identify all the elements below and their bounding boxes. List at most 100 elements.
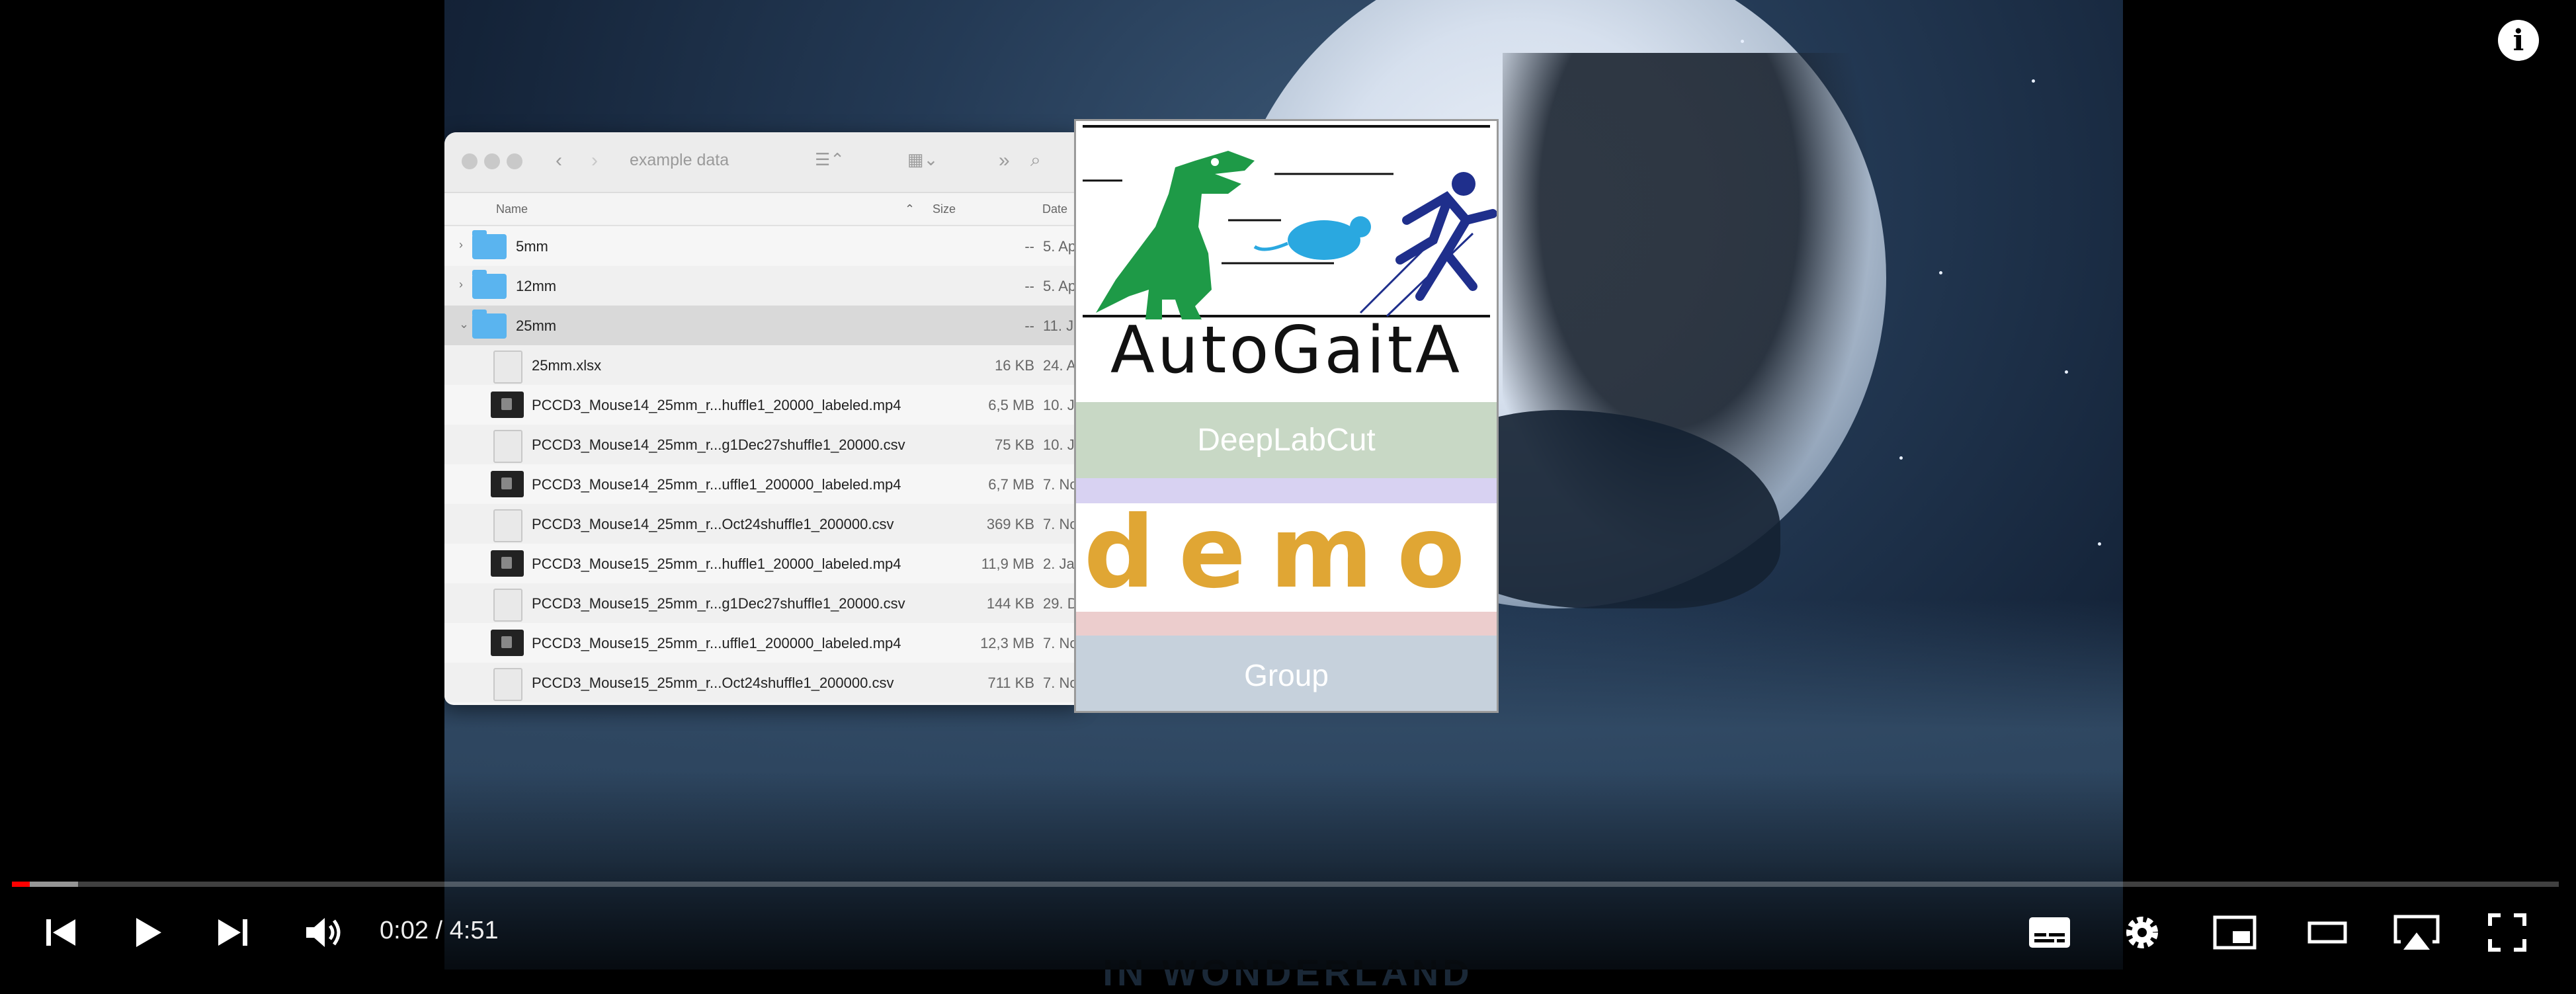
list-view-icon[interactable]: ☰⌃ [815,149,845,170]
mute-button[interactable] [302,911,348,954]
file-row[interactable]: PCCD3_Mouse15_25mm_r...Oct24shuffle1_200… [444,663,1079,702]
forward-icon[interactable]: › [591,149,598,172]
close-window-button[interactable] [462,153,478,169]
current-time: 0:02 [380,917,429,944]
file-row[interactable]: PCCD3_Mouse15_25mm_r...g1Dec27shuffle1_2… [444,583,1079,623]
airplay-button[interactable] [2390,911,2443,954]
grid-view-icon[interactable]: ▦⌄ [907,149,938,170]
gear-icon [2126,917,2158,948]
file-name: 5mm [516,238,548,255]
subtitles-button[interactable] [2026,911,2073,954]
file-date: 10. J [1043,436,1075,453]
file-row[interactable]: PCCD3_Mouse14_25mm_r...g1Dec27shuffle1_2… [444,425,1079,464]
settings-button[interactable] [2119,911,2165,954]
file-size: -- [1024,317,1034,334]
document-icon [493,589,522,622]
finder-titlebar: ‹ › example data ☰⌃ ▦⌄ » ⌕ [444,132,1079,193]
disclosure-chevron-icon[interactable]: ⌄ [459,317,469,331]
file-name: PCCD3_Mouse15_25mm_r...g1Dec27shuffle1_2… [532,595,905,612]
file-date: 7. No [1043,516,1078,532]
brand-title: AutoGaitA [1110,313,1463,388]
file-name: PCCD3_Mouse15_25mm_r...uffle1_200000_lab… [532,635,901,651]
file-date: 24. A [1043,357,1077,374]
file-date: 7. No [1043,635,1078,651]
zoom-window-button[interactable] [507,153,522,169]
file-row[interactable]: 25mm.xlsx 16 KB 24. A [444,345,1079,385]
video-file-icon [491,392,524,418]
overflow-icon[interactable]: » [999,149,1010,172]
disclosure-chevron-icon[interactable]: › [459,278,463,292]
pink-divider [1076,612,1497,636]
fullscreen-button[interactable] [2484,911,2530,954]
file-size: 12,3 MB [980,635,1034,651]
document-icon [493,430,522,463]
document-icon [493,509,522,542]
demo-label: demo [1083,495,1489,610]
file-name: PCCD3_Mouse15_25mm_r...huffle1_20000_lab… [532,556,901,572]
file-row[interactable]: PCCD3_Mouse14_25mm_r...uffle1_200000_lab… [444,464,1079,504]
next-button[interactable] [212,911,254,954]
file-row[interactable]: PCCD3_Mouse15_25mm_r...huffle1_20000_lab… [444,544,1079,583]
file-name: PCCD3_Mouse15_25mm_r...Oct24shuffle1_200… [532,675,894,691]
folder-row[interactable]: › 5mm -- 5. Ap [444,226,1079,266]
video-file-icon [491,471,524,497]
subtitles-icon [2029,917,2070,948]
file-size: 144 KB [986,595,1034,612]
file-name: 12mm [516,278,557,294]
star [1741,40,1744,43]
video-file-icon [491,550,524,577]
file-date: 10. J [1043,397,1075,413]
time-separator: / [428,917,450,944]
file-date: 7. No [1043,476,1078,493]
file-name: PCCD3_Mouse14_25mm_r...uffle1_200000_lab… [532,476,901,493]
file-row[interactable]: PCCD3_Mouse15_25mm_r...uffle1_200000_lab… [444,623,1079,663]
column-name[interactable]: Name [496,202,528,216]
info-icon[interactable]: i [2498,20,2539,61]
autogaita-logo-card: AutoGaitA DeepLabCut demo Group [1074,119,1499,713]
disclosure-chevron-icon[interactable]: › [459,238,463,252]
search-icon[interactable]: ⌕ [1030,149,1041,171]
volume-icon [306,918,341,947]
file-size: -- [1024,278,1034,294]
airplay-icon [2393,915,2440,950]
file-row[interactable]: PCCD3_Mouse14_25mm_r...huffle1_20000_lab… [444,385,1079,425]
folder-row[interactable]: ⌄ 25mm -- 11. J [444,306,1079,345]
file-name: 25mm.xlsx [532,357,602,374]
column-header: Name ⌃ Size Date [444,193,1079,226]
column-date[interactable]: Date [1042,202,1067,216]
file-size: 369 KB [986,516,1034,532]
play-button[interactable] [126,911,168,954]
star [2065,370,2068,374]
star [2032,79,2035,83]
file-date: 29. D [1043,595,1078,612]
document-icon [493,351,522,384]
file-size: 16 KB [995,357,1034,374]
file-size: 6,7 MB [988,476,1034,493]
star [2098,542,2101,546]
theater-mode-button[interactable] [2304,911,2350,954]
sort-chevron-icon: ⌃ [905,202,915,216]
window-title: example data [630,151,729,169]
star [1899,456,1903,460]
minimize-window-button[interactable] [484,153,500,169]
next-icon [218,919,247,946]
file-size: 11,9 MB [981,556,1034,572]
progress-bar[interactable] [12,882,2559,887]
played-bar [12,882,30,887]
file-row[interactable]: PCCD3_Mouse14_25mm_r...Oct24shuffle1_200… [444,504,1079,544]
group-band: Group [1076,636,1497,711]
folder-row[interactable]: › 12mm -- 5. Ap [444,266,1079,306]
file-date: 7. No [1043,675,1078,691]
duration: 4:51 [449,917,499,944]
previous-button[interactable] [40,911,82,954]
file-name: PCCD3_Mouse14_25mm_r...g1Dec27shuffle1_2… [532,436,905,453]
star [1939,271,1942,274]
file-name: PCCD3_Mouse14_25mm_r...Oct24shuffle1_200… [532,516,894,532]
deeplabcut-band: DeepLabCut [1076,402,1497,478]
column-size[interactable]: Size [933,202,956,216]
miniplayer-button[interactable] [2212,911,2258,954]
file-date: 5. Ap [1043,238,1077,255]
back-icon[interactable]: ‹ [556,149,562,172]
file-date: 2. Ja [1043,556,1075,572]
file-name: PCCD3_Mouse14_25mm_r...huffle1_20000_lab… [532,397,901,413]
